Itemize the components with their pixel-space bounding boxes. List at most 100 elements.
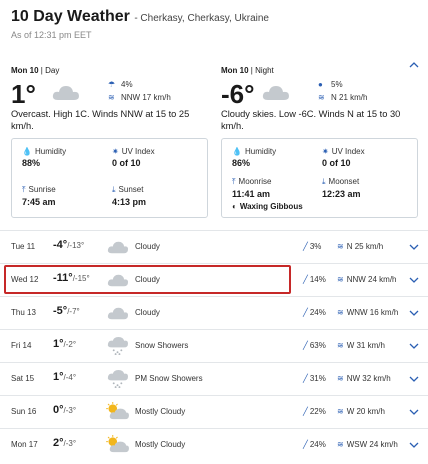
expand-chevron-down-icon[interactable] bbox=[408, 341, 420, 351]
as-of-timestamp: As of 12:31 pm EET bbox=[11, 30, 92, 40]
humidity-icon: 💧 bbox=[232, 147, 242, 156]
expand-chevron-down-icon[interactable] bbox=[408, 242, 420, 252]
precip-icon: ╱ bbox=[303, 440, 308, 449]
row-day: Tue 11 bbox=[11, 242, 36, 251]
expand-chevron-down-icon[interactable] bbox=[408, 275, 420, 285]
moon-phase-icon: ◐ bbox=[232, 202, 237, 211]
row-precip: ╱ 22% bbox=[303, 407, 326, 416]
night-wind: ≋ N 21 km/h bbox=[318, 93, 368, 102]
row-condition: Cloudy bbox=[135, 242, 160, 251]
page-header: 10 Day Weather - Cherkasy, Cherkasy, Ukr… bbox=[11, 8, 421, 26]
day-details-card: 💧 Humidity 88% ✷ UV Index 0 of 10 ⤒ Sunrise… bbox=[11, 138, 208, 218]
precip-icon: ╱ bbox=[303, 374, 308, 383]
forecast-row[interactable]: Tue 11 -4°/-13° Cloudy ╱ 3% ≋ N 25 km/h bbox=[0, 230, 428, 263]
row-precip: ╱ 24% bbox=[303, 440, 326, 449]
page-title: 10 Day Weather - Cherkasy, Cherkasy, Ukr… bbox=[11, 8, 269, 25]
row-condition: PM Snow Showers bbox=[135, 374, 203, 383]
day-panel-title: Mon 10 | Day bbox=[11, 66, 60, 75]
day-uv: ✷ UV Index 0 of 10 bbox=[112, 147, 155, 168]
row-condition: Snow Showers bbox=[135, 341, 189, 350]
night-moonset: ⤓ Moonset 12:23 am bbox=[322, 177, 361, 199]
expand-chevron-down-icon[interactable] bbox=[408, 308, 420, 318]
forecast-row[interactable]: Mon 17 2°/-3° Mostly Cloudy ╱ 24% ≋ WSW 24 km/… bbox=[0, 428, 428, 461]
wind-icon: ≋ bbox=[337, 407, 344, 416]
uv-icon: ✷ bbox=[112, 147, 119, 156]
night-uv: ✷ UV Index 0 of 10 bbox=[322, 147, 365, 168]
row-temperature: -4°/-13° bbox=[53, 239, 85, 251]
expand-chevron-down-icon[interactable] bbox=[408, 407, 420, 417]
precip-icon: ╱ bbox=[303, 308, 308, 317]
sunset-icon: ⤓ bbox=[112, 185, 116, 194]
wind-icon: ≋ bbox=[337, 275, 344, 284]
moon-phase: ◐ Waxing Gibbous bbox=[232, 202, 303, 211]
precip-icon: ╱ bbox=[303, 407, 308, 416]
precip-icon: ╱ bbox=[303, 242, 308, 251]
row-wind: ≋ W 31 km/h bbox=[337, 341, 385, 350]
row-wind: ≋ W 20 km/h bbox=[337, 407, 385, 416]
row-temperature: 1°/-4° bbox=[53, 371, 77, 383]
night-moonrise: ⤒ Moonrise 11:41 am bbox=[232, 177, 272, 199]
row-condition: Cloudy bbox=[135, 308, 160, 317]
humidity-icon: 💧 bbox=[22, 147, 32, 156]
sun-cloud-icon bbox=[106, 435, 129, 453]
snow-cloud-icon bbox=[107, 369, 128, 389]
cloud-icon bbox=[52, 86, 79, 100]
day-precip: ☂ 4% bbox=[108, 80, 133, 89]
night-panel: Mon 10 | Night -6° ● 5% ≋ N 21 km/h Cloudy… bbox=[221, 66, 418, 131]
row-day: Mon 17 bbox=[11, 440, 38, 449]
wind-icon: ≋ bbox=[337, 341, 344, 350]
night-precip: ● 5% bbox=[318, 80, 343, 89]
expand-chevron-down-icon[interactable] bbox=[408, 374, 420, 384]
precip-icon: ╱ bbox=[303, 341, 308, 350]
cloud-icon bbox=[107, 307, 128, 320]
wind-icon: ≋ bbox=[337, 308, 344, 317]
night-description: Cloudy skies. Low -6C. Winds N at 15 to … bbox=[221, 109, 401, 131]
moonrise-icon: ⤒ bbox=[232, 177, 236, 186]
night-humidity: 💧 Humidity 86% bbox=[232, 147, 277, 168]
forecast-row[interactable]: Sat 15 1°/-4° PM Snow Showers ╱ 31% ≋ NW 32 km… bbox=[0, 362, 428, 395]
row-wind: ≋ N 25 km/h bbox=[337, 242, 384, 251]
wind-icon: ≋ bbox=[318, 93, 325, 102]
highlight-box bbox=[4, 265, 291, 294]
precip-icon: ● bbox=[318, 80, 323, 89]
row-condition: Mostly Cloudy bbox=[135, 440, 186, 449]
cloud-icon bbox=[262, 86, 289, 100]
row-wind: ≋ NW 32 km/h bbox=[337, 374, 391, 383]
row-temperature: 1°/-2° bbox=[53, 338, 77, 350]
wind-icon: ≋ bbox=[337, 374, 344, 383]
forecast-row[interactable]: Thu 13 -5°/-7° Cloudy ╱ 24% ≋ WNW 16 km/h bbox=[0, 296, 428, 329]
precip-icon: ☂ bbox=[108, 80, 116, 89]
forecast-row[interactable]: Sun 16 0°/-3° Mostly Cloudy ╱ 22% ≋ W 20 km/h bbox=[0, 395, 428, 428]
night-panel-title: Mon 10 | Night bbox=[221, 66, 274, 75]
row-precip: ╱ 3% bbox=[303, 242, 322, 251]
day-sunrise: ⤒ Sunrise 7:45 am bbox=[22, 185, 56, 207]
collapse-chevron-up-icon[interactable] bbox=[408, 60, 420, 70]
day-temperature: 1° bbox=[11, 79, 36, 109]
sun-cloud-icon bbox=[106, 402, 129, 420]
row-wind: ≋ WSW 24 km/h bbox=[337, 440, 398, 449]
row-precip: ╱ 24% bbox=[303, 308, 326, 317]
row-precip: ╱ 14% bbox=[303, 275, 326, 284]
night-details-card: 💧 Humidity 86% ✷ UV Index 0 of 10 ⤒ Moonris… bbox=[221, 138, 418, 218]
row-temperature: 2°/-3° bbox=[53, 437, 77, 449]
row-day: Fri 14 bbox=[11, 341, 32, 350]
row-precip: ╱ 63% bbox=[303, 341, 326, 350]
cloud-icon bbox=[107, 241, 128, 254]
forecast-row[interactable]: Fri 14 1°/-2° Snow Showers ╱ 63% ≋ W 31 km/h bbox=[0, 329, 428, 362]
day-humidity: 💧 Humidity 88% bbox=[22, 147, 67, 168]
row-temperature: -5°/-7° bbox=[53, 305, 80, 317]
row-day: Sat 15 bbox=[11, 374, 35, 383]
row-temperature: 0°/-3° bbox=[53, 404, 77, 416]
row-day: Sun 16 bbox=[11, 407, 37, 416]
wind-icon: ≋ bbox=[337, 440, 344, 449]
sunrise-icon: ⤒ bbox=[22, 185, 26, 194]
snow-cloud-icon bbox=[107, 336, 128, 356]
moonset-icon: ⤓ bbox=[322, 177, 326, 186]
day-sunset: ⤓ Sunset 4:13 pm bbox=[112, 185, 147, 207]
night-temperature: -6° bbox=[221, 79, 255, 109]
expand-chevron-down-icon[interactable] bbox=[408, 440, 420, 450]
day-description: Overcast. High 1C. Winds NNW at 15 to 25… bbox=[11, 109, 190, 131]
uv-icon: ✷ bbox=[322, 147, 329, 156]
row-precip: ╱ 31% bbox=[303, 374, 326, 383]
row-condition: Mostly Cloudy bbox=[135, 407, 186, 416]
